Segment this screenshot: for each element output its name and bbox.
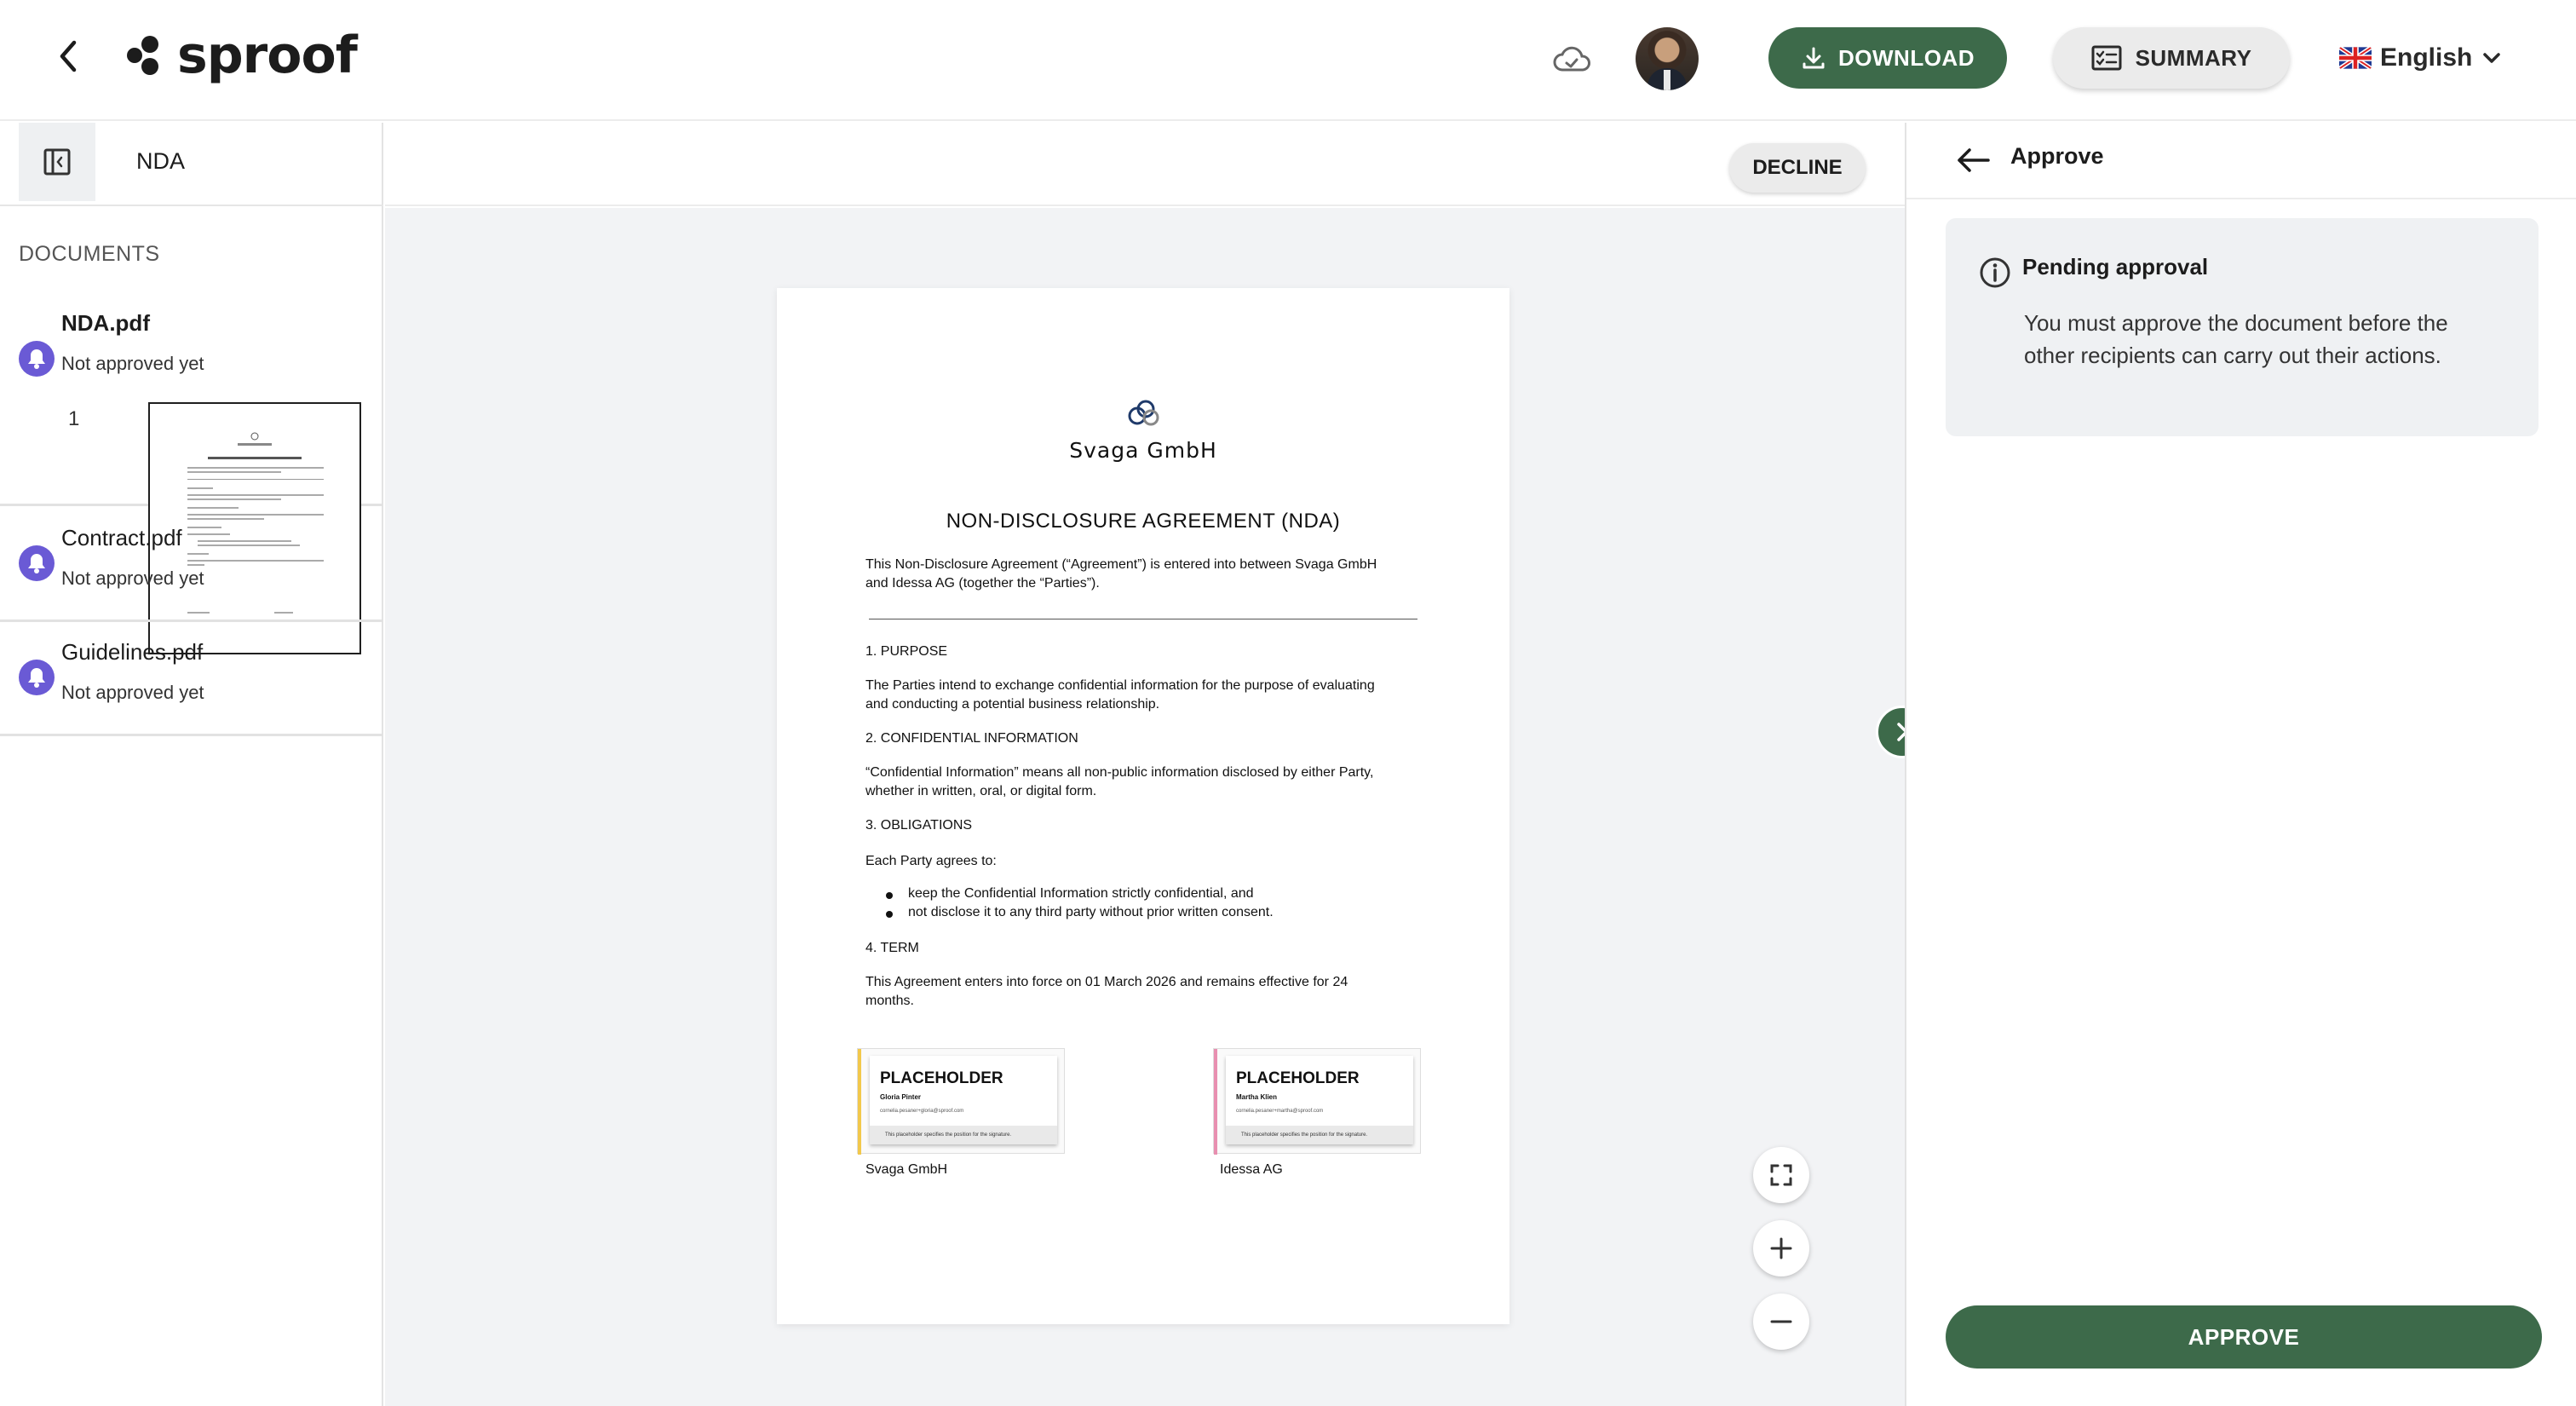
signer-name: Martha Klien <box>1236 1093 1278 1101</box>
document-toolbar: DECLINE <box>385 123 1905 206</box>
document-status: Not approved yet <box>61 682 204 703</box>
section-heading: 3. OBLIGATIONS <box>865 818 973 833</box>
intro-text: This Non-Disclosure Agreement (“Agreemen… <box>865 557 1377 572</box>
placeholder-card: PLACEHOLDER Gloria Pinter cornelia.pesan… <box>870 1056 1057 1144</box>
section-text: This Agreement enters into force on 01 M… <box>865 975 1348 989</box>
zoom-in-button[interactable] <box>1753 1220 1809 1276</box>
language-label: English <box>2380 43 2473 72</box>
minus-icon <box>1770 1320 1792 1323</box>
summary-button[interactable]: SUMMARY <box>2053 27 2290 89</box>
document-status: Not approved yet <box>61 353 204 374</box>
placeholder-color-bar <box>1214 1049 1217 1155</box>
signer-email: cornelia.pesaner+martha@sproof.com <box>1236 1109 1324 1114</box>
hexagon-logo-icon <box>127 36 158 75</box>
section-heading: 2. CONFIDENTIAL INFORMATION <box>865 731 1078 746</box>
panel-header: Approve <box>1906 123 2576 199</box>
placeholder-note: This placeholder specifies the position … <box>870 1126 1057 1144</box>
download-label: DOWNLOAD <box>1838 44 1975 71</box>
company-logo <box>777 399 1509 432</box>
plus-icon <box>1770 1237 1792 1259</box>
list-item: keep the Confidential Information strict… <box>886 886 1254 901</box>
summary-label: SUMMARY <box>2135 44 2252 71</box>
signature-placeholder[interactable]: PLACEHOLDER Gloria Pinter cornelia.pesan… <box>857 1048 1065 1155</box>
document-item-guidelines[interactable]: Guidelines.pdf Not approved yet <box>0 622 383 736</box>
section-text: “Confidential Information” means all non… <box>865 765 1374 780</box>
info-icon <box>1980 257 2010 288</box>
back-button[interactable] <box>46 34 90 78</box>
notice-text: You must approve the document before the… <box>2024 310 2448 368</box>
pdf-page: Svaga GmbH NON-DISCLOSURE AGREEMENT (NDA… <box>777 288 1509 1324</box>
panel-title: Approve <box>2010 143 2104 169</box>
documents-sidebar: DOCUMENTS NDA.pdf Not approved yet 1 Con… <box>0 123 383 1406</box>
placeholder-card: PLACEHOLDER Martha Klien cornelia.pesane… <box>1226 1056 1413 1144</box>
approve-button[interactable]: APPROVE <box>1946 1305 2542 1369</box>
section-text: The Parties intend to exchange confident… <box>865 678 1375 693</box>
signature-placeholder[interactable]: PLACEHOLDER Martha Klien cornelia.pesane… <box>1213 1048 1421 1155</box>
document-heading: NON-DISCLOSURE AGREEMENT (NDA) <box>946 510 1341 533</box>
user-avatar[interactable] <box>1636 27 1699 90</box>
party-label: Idessa AG <box>1220 1162 1283 1177</box>
document-name: Guidelines.pdf <box>61 639 204 665</box>
bell-icon <box>19 660 55 695</box>
intro-text: and Idessa AG (together the “Parties”). <box>865 576 1100 591</box>
document-name: Contract.pdf <box>61 525 182 550</box>
collapse-sidebar-button[interactable] <box>19 123 95 201</box>
top-header: sproof DOWNLOAD SUMMARY English <box>0 0 2576 121</box>
pending-approval-notice: Pending approval You must approve the do… <box>1946 218 2539 436</box>
section-heading: 4. TERM <box>865 941 919 955</box>
party-label: Svaga GmbH <box>865 1162 948 1177</box>
sidebar-toggle-icon <box>43 148 71 176</box>
download-button[interactable]: DOWNLOAD <box>1768 27 2007 89</box>
section-text: months. <box>865 994 914 1008</box>
list-item: not disclose it to any third party witho… <box>886 905 1274 919</box>
documents-section-label: DOCUMENTS <box>19 242 160 266</box>
cloud-sync-icon[interactable] <box>1550 43 1593 77</box>
section-text: and conducting a potential business rela… <box>865 697 1160 712</box>
divider <box>0 205 383 206</box>
bell-icon <box>19 341 55 377</box>
document-name: NDA.pdf <box>61 310 150 336</box>
fullscreen-button[interactable] <box>1753 1147 1809 1203</box>
zoom-out-button[interactable] <box>1753 1294 1809 1350</box>
sproof-logo[interactable]: sproof <box>124 26 358 85</box>
section-heading: 1. PURPOSE <box>865 644 948 659</box>
placeholder-title: PLACEHOLDER <box>880 1069 1003 1087</box>
arrow-left-icon[interactable] <box>1954 143 1992 177</box>
bell-icon <box>19 545 55 581</box>
uk-flag-icon <box>2339 47 2372 69</box>
page-number: 1 <box>68 407 80 430</box>
checklist-icon <box>2091 45 2122 71</box>
fullscreen-icon <box>1770 1164 1792 1186</box>
document-item-contract[interactable]: Contract.pdf Not approved yet <box>0 506 383 622</box>
chevron-left-icon <box>60 40 77 72</box>
logo-text: sproof <box>177 26 358 85</box>
section-text: Each Party agrees to: <box>865 854 997 868</box>
signer-email: cornelia.pesaner+gloria@sproof.com <box>880 1109 964 1114</box>
company-name: Svaga GmbH <box>1069 438 1217 463</box>
chevron-down-icon <box>2483 53 2501 63</box>
placeholder-color-bar <box>858 1049 861 1155</box>
download-icon <box>1803 47 1825 69</box>
approve-panel: Approve Pending approval You must approv… <box>1905 123 2576 1406</box>
document-status: Not approved yet <box>61 568 204 589</box>
language-selector[interactable]: English <box>2339 37 2503 78</box>
placeholder-note: This placeholder specifies the position … <box>1226 1126 1413 1144</box>
decline-button[interactable]: DECLINE <box>1729 143 1866 193</box>
document-title: NDA <box>136 148 186 174</box>
section-text: whether in written, oral, or digital for… <box>865 784 1097 798</box>
notice-title: Pending approval <box>2022 254 2209 279</box>
cloud-logo-icon <box>1128 400 1159 426</box>
document-viewer[interactable]: Svaga GmbH NON-DISCLOSURE AGREEMENT (NDA… <box>385 208 1929 1406</box>
signer-name: Gloria Pinter <box>880 1093 922 1101</box>
placeholder-title: PLACEHOLDER <box>1236 1069 1360 1087</box>
